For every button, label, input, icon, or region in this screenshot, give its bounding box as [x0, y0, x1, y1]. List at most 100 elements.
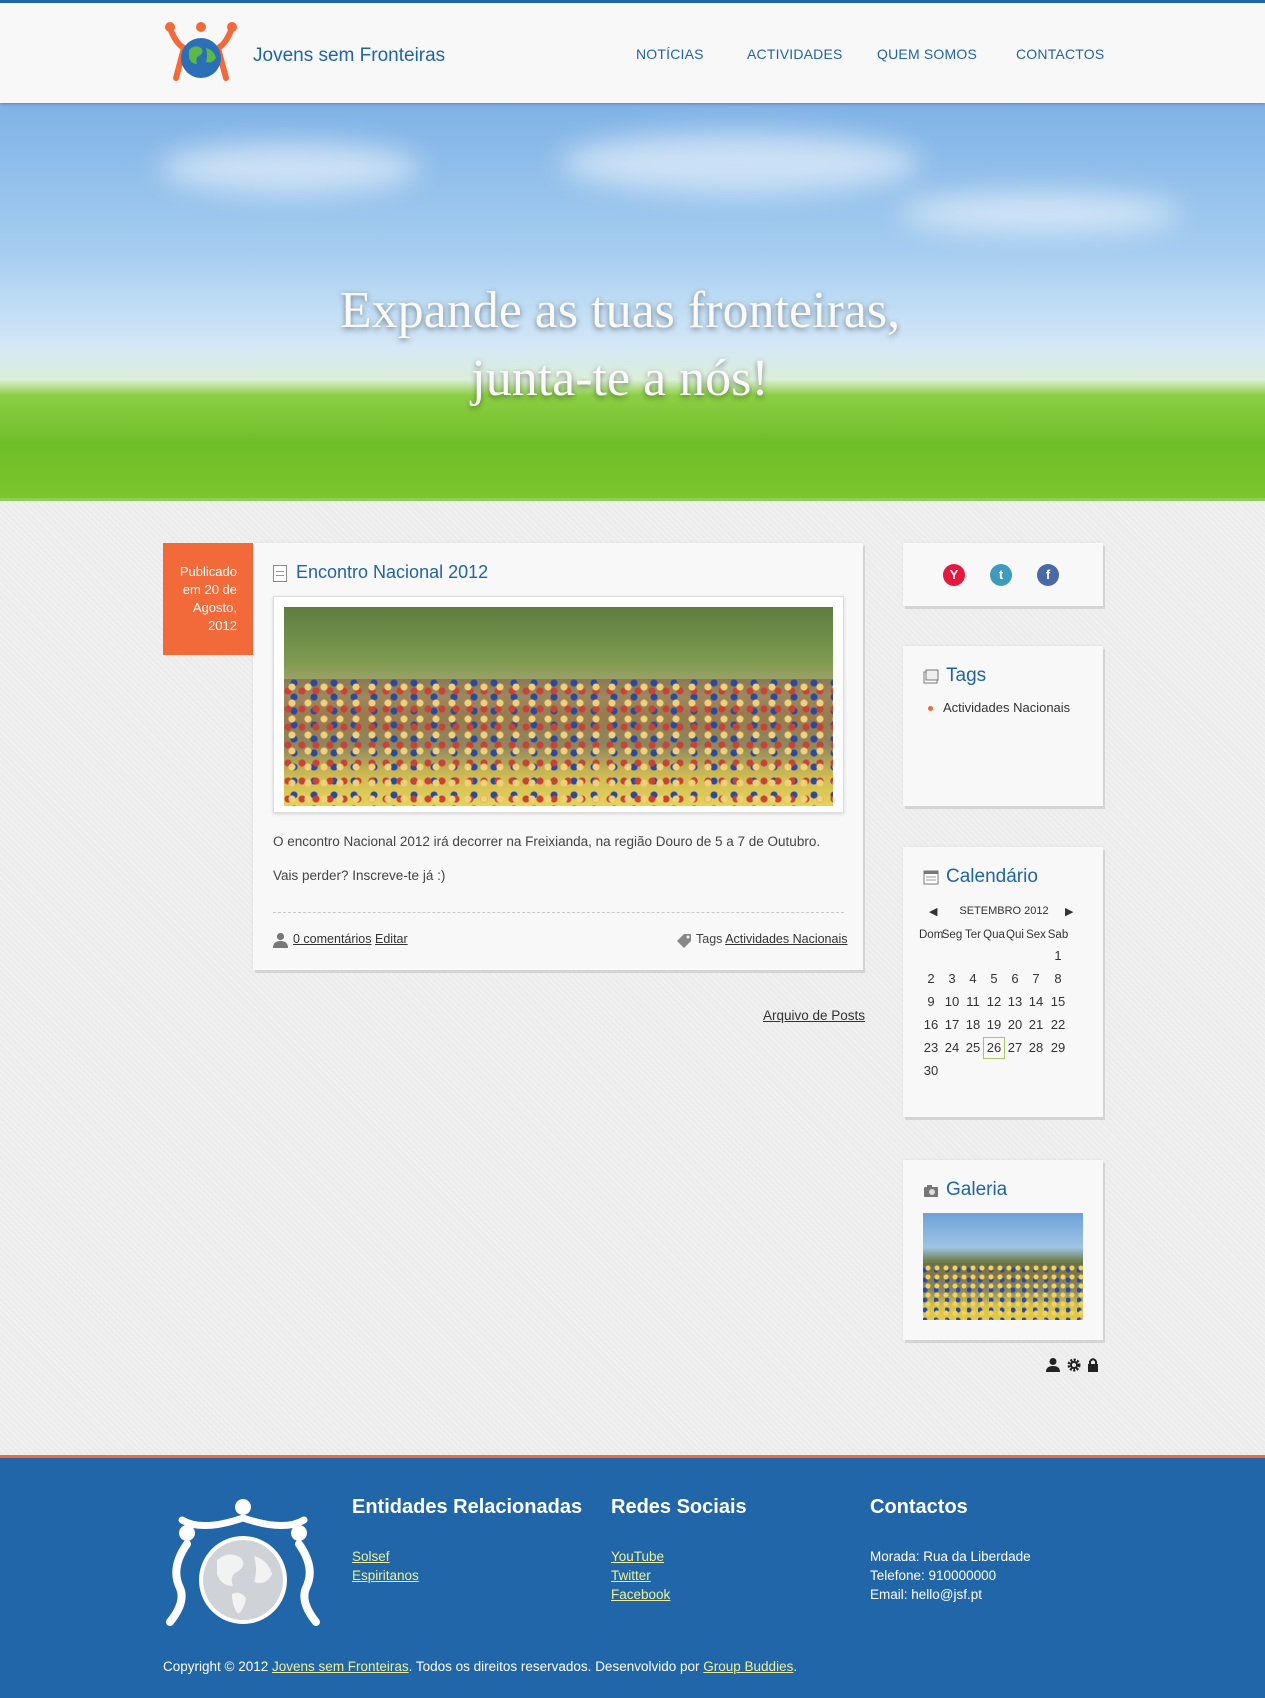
tags-widget: Tags Actividades Nacionais	[903, 646, 1103, 806]
tags-widget-title: Tags	[946, 665, 987, 686]
user-icon	[273, 932, 288, 948]
calendar-day: 3	[948, 971, 956, 986]
calendar-day: 21	[1028, 1017, 1044, 1032]
site-title[interactable]: Jovens sem Fronteiras	[253, 45, 445, 67]
calendar-day: 23	[923, 1040, 939, 1055]
post-meta-tags: Tags Actividades Nacionais	[696, 932, 848, 946]
nav-noticias[interactable]: NOTÍCIAS	[636, 46, 704, 62]
calendar-day: 6	[1011, 971, 1019, 986]
copyright-suffix: .	[793, 1659, 798, 1674]
post-date-line: Publicado	[179, 564, 237, 579]
hero-headline-line2: junta-te a nós!	[471, 350, 769, 407]
copyright: Copyright © 2012 Jovens sem Fronteiras. …	[163, 1659, 797, 1674]
calendar-day: 1	[1054, 948, 1062, 963]
footer-link-youtube[interactable]: YouTube	[611, 1549, 664, 1564]
youtube-icon[interactable]: Y	[943, 564, 965, 586]
calendar-prev-icon[interactable]: ◀	[929, 905, 937, 918]
nav-quem-somos[interactable]: QUEM SOMOS	[877, 46, 977, 62]
calendar-day: 17	[944, 1017, 960, 1032]
calendar-day: 10	[944, 994, 960, 1009]
tags-label: Tags	[696, 932, 723, 946]
calendar-day: 7	[1032, 971, 1040, 986]
calendar-day: 22	[1050, 1017, 1066, 1032]
calendar-day: 25	[965, 1040, 981, 1055]
calendar-day: 9	[927, 994, 935, 1009]
divider	[273, 912, 844, 913]
tag-icon	[677, 934, 691, 948]
comments-link[interactable]: 0 comentários	[293, 932, 372, 946]
post-title[interactable]: Encontro Nacional 2012	[296, 562, 488, 583]
gallery-thumbnail[interactable]	[923, 1213, 1083, 1320]
calendar-weekday: Sex	[1026, 929, 1046, 941]
footer-address: Morada: Rua da Liberdade	[870, 1549, 1031, 1564]
cloud-decoration	[160, 143, 420, 193]
nav-contactos[interactable]: CONTACTOS	[1016, 46, 1104, 62]
footer-phone: Telefone: 910000000	[870, 1568, 997, 1583]
tags-widget-icon	[923, 669, 939, 684]
calendar-day: 27	[1007, 1040, 1023, 1055]
footer-social-title: Redes Sociais	[611, 1496, 747, 1518]
crowd-photo-detail	[284, 679, 833, 806]
hero-headline-line1: Expande as tuas fronteiras,	[339, 282, 901, 339]
post-date-badge: Publicado em 20 de Agosto, 2012	[163, 543, 253, 655]
calendar-icon	[923, 870, 939, 885]
calendar-day: 30	[923, 1063, 939, 1078]
calendar-day: 8	[1054, 971, 1062, 986]
gallery-widget: Galeria	[903, 1160, 1103, 1340]
footer-link-twitter[interactable]: Twitter	[611, 1568, 651, 1583]
footer-email: Email: hello@jsf.pt	[870, 1587, 982, 1602]
footer-link-espiritanos[interactable]: Espiritanos	[352, 1568, 419, 1583]
facebook-icon[interactable]: f	[1037, 564, 1059, 586]
calendar-day: 11	[966, 994, 980, 1009]
cloud-decoration	[560, 133, 920, 193]
post-image-frame	[273, 596, 844, 813]
post-date-line: Agosto,	[192, 600, 237, 615]
site-header: Jovens sem Fronteiras NOTÍCIAS ACTIVIDAD…	[0, 0, 1265, 103]
twitter-icon[interactable]: t	[990, 564, 1012, 586]
edit-link[interactable]: Editar	[375, 932, 408, 946]
calendar-day: 2	[927, 971, 935, 986]
footer-link-solsef[interactable]: Solsef	[352, 1549, 390, 1564]
post-card: Encontro Nacional 2012 O encontro Nacion…	[253, 543, 863, 970]
calendar-day: 4	[969, 971, 977, 986]
calendar-widget: Calendário ◀ SETEMBRO 2012 ▶ Dom Seg Ter Qu…	[903, 847, 1103, 1117]
hero-banner: Expande as tuas fronteiras, junta-te a n…	[0, 103, 1265, 501]
calendar-day: 16	[923, 1017, 939, 1032]
calendar-day: 5	[990, 971, 998, 986]
calendar-day: 13	[1007, 994, 1023, 1009]
footer-contacts-title: Contactos	[870, 1496, 968, 1518]
copyright-site-link[interactable]: Jovens sem Fronteiras	[272, 1659, 409, 1674]
calendar-weekday: Sab	[1047, 929, 1069, 941]
post-tag-link[interactable]: Actividades Nacionais	[725, 932, 847, 946]
calendar-day: 15	[1050, 994, 1066, 1009]
site-footer: Entidades Relacionadas Solsef Espiritano…	[0, 1455, 1265, 1698]
sidebar-tag-link[interactable]: Actividades Nacionais	[943, 700, 1070, 715]
copyright-prefix: Copyright © 2012	[163, 1659, 269, 1674]
document-icon	[273, 565, 287, 582]
gear-icon	[1067, 1358, 1081, 1372]
gallery-photo-detail	[923, 1263, 1083, 1320]
calendar-day: 14	[1028, 994, 1044, 1009]
cloud-decoration	[900, 193, 1180, 233]
calendar-day: 19	[986, 1017, 1002, 1032]
footer-logo-icon	[166, 1499, 320, 1626]
calendar-next-icon[interactable]: ▶	[1065, 905, 1073, 918]
nav-actividades[interactable]: ACTIVIDADES	[747, 46, 843, 62]
user-admin-icon	[1046, 1358, 1060, 1372]
footer-link-facebook[interactable]: Facebook	[611, 1587, 670, 1602]
copyright-middle: . Todos os direitos reservados. Desenvol…	[408, 1659, 700, 1674]
social-widget: Y t f	[903, 543, 1103, 606]
archive-link[interactable]: Arquivo de Posts	[763, 1008, 865, 1023]
calendar-day-today: 26	[983, 1037, 1005, 1059]
post-group-photo[interactable]	[284, 607, 833, 806]
post-meta-left: 0 comentários Editar	[293, 932, 408, 946]
logo-icon[interactable]	[162, 18, 240, 82]
admin-icons	[1046, 1358, 1098, 1372]
developer-link[interactable]: Group Buddies	[703, 1659, 793, 1674]
calendar-title: Calendário	[946, 866, 1038, 887]
gallery-title: Galeria	[946, 1179, 1008, 1200]
post-paragraph: Vais perder? Inscreve-te já :)	[273, 868, 446, 883]
post-paragraph: O encontro Nacional 2012 irá decorrer na…	[273, 834, 821, 849]
calendar-day: 29	[1050, 1040, 1066, 1055]
post-date-line: em 20 de	[182, 582, 237, 597]
